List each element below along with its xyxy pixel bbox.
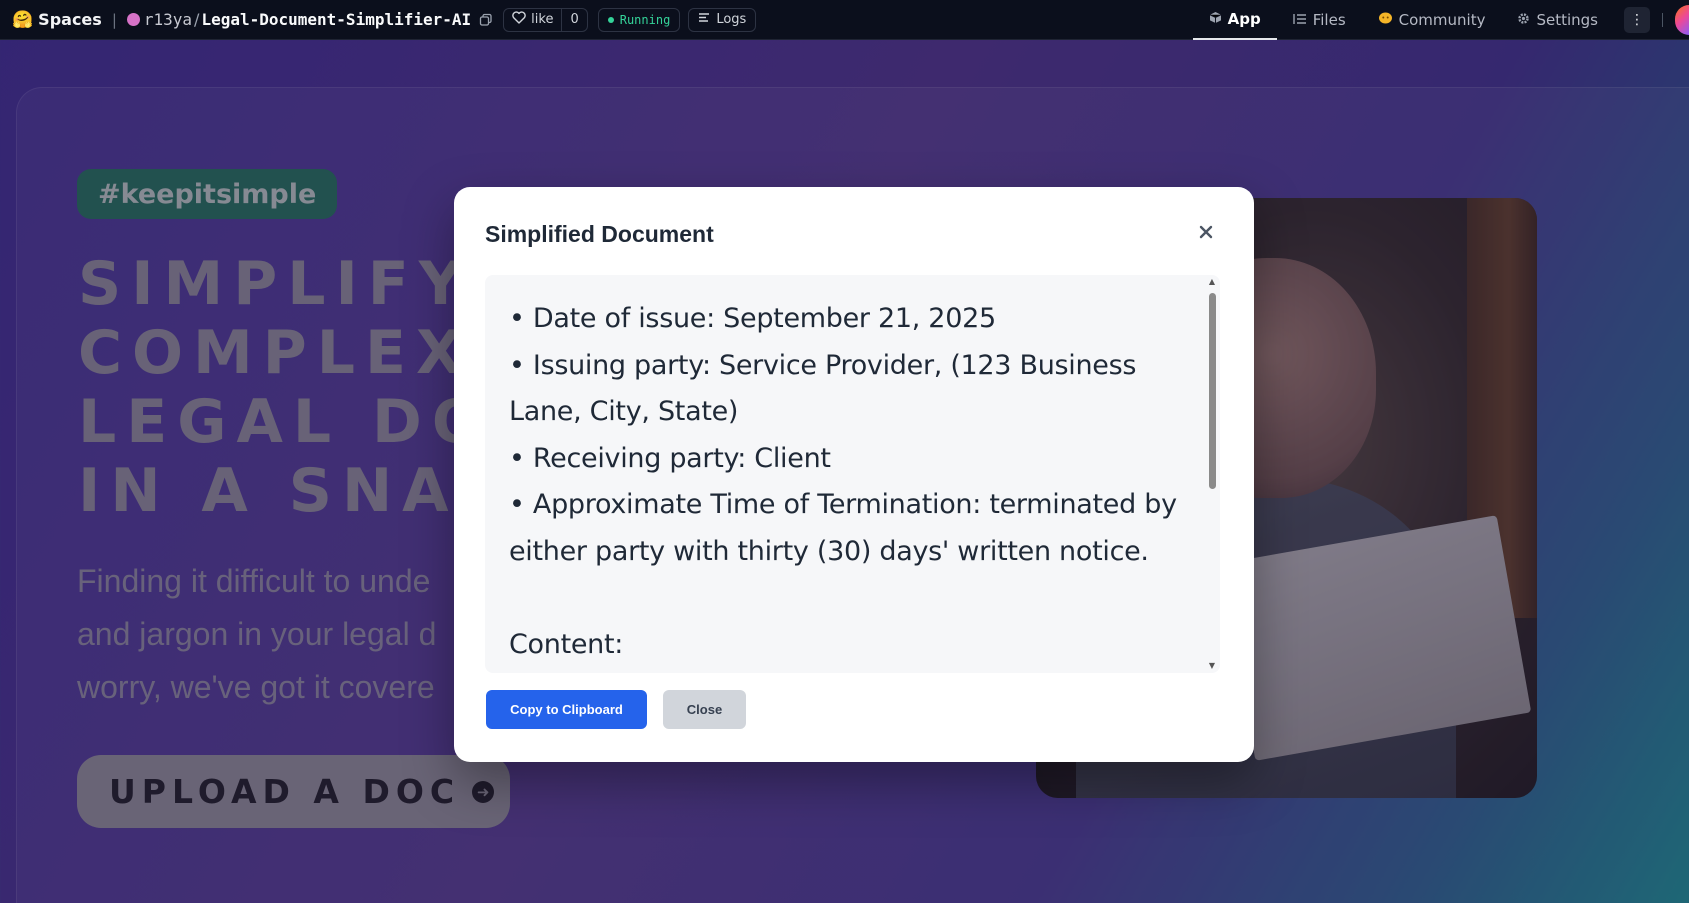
kebab-menu-icon: ⋮: [1630, 12, 1644, 28]
scrollbar[interactable]: ▲ ▼: [1204, 275, 1220, 673]
divider: |: [111, 10, 117, 29]
tab-community[interactable]: Community: [1362, 0, 1502, 40]
repo-name-link[interactable]: Legal-Document-Simplifier-AI: [201, 10, 471, 29]
copy-icon[interactable]: [479, 13, 493, 27]
cube-icon: [1209, 10, 1222, 28]
user-avatar[interactable]: [1675, 5, 1689, 35]
owner-avatar[interactable]: [126, 13, 140, 26]
text-line: Lane, City, State): [509, 396, 739, 427]
tab-settings[interactable]: Settings: [1501, 0, 1614, 40]
text-line: Content:: [509, 628, 624, 660]
scrollbar-thumb[interactable]: [1209, 293, 1216, 489]
scroll-down-arrow-icon[interactable]: ▼: [1207, 661, 1217, 671]
like-button[interactable]: like: [504, 8, 563, 31]
status-dot-icon: [607, 16, 614, 23]
tab-files-label: Files: [1312, 11, 1346, 29]
text-line: • Issuing party: Service Provider, (123 …: [509, 349, 1137, 381]
tab-settings-label: Settings: [1536, 11, 1598, 29]
logs-label: Logs: [716, 12, 747, 27]
top-bar: 🤗 Spaces | r13ya / Legal-Document-Simpli…: [0, 0, 1689, 40]
divider: [1662, 13, 1663, 27]
tab-files[interactable]: Files: [1277, 0, 1362, 40]
close-button[interactable]: Close: [663, 690, 746, 729]
simplified-text: • Date of issue: September 21, 2025 • Is…: [509, 296, 1189, 668]
gear-icon: [1517, 11, 1530, 29]
text-line: either party with thirty (30) days' writ…: [509, 535, 1149, 567]
text-line: • Date of issue: September 21, 2025: [509, 303, 996, 334]
top-bar-right: App Files Community Settings ⋮: [1192, 0, 1689, 40]
close-icon[interactable]: [1194, 220, 1218, 244]
tab-app[interactable]: App: [1192, 0, 1277, 40]
logs-button[interactable]: Logs: [688, 7, 757, 32]
like-button-group: like 0: [503, 7, 588, 32]
modal-title: Simplified Document: [485, 221, 714, 247]
files-icon: [1293, 11, 1307, 29]
hugging-face-logo-icon[interactable]: 🤗: [12, 10, 33, 30]
tab-app-label: App: [1227, 10, 1261, 28]
heart-icon: [512, 11, 526, 28]
like-count[interactable]: 0: [562, 12, 586, 27]
top-bar-left: 🤗 Spaces | r13ya / Legal-Document-Simpli…: [0, 0, 757, 39]
community-icon: [1378, 11, 1393, 29]
like-label: like: [531, 12, 554, 27]
status-label: Running: [619, 12, 671, 27]
logs-icon: [698, 12, 710, 27]
copy-to-clipboard-button[interactable]: Copy to Clipboard: [486, 690, 647, 729]
text-line: • Approximate Time of Termination: termi…: [509, 489, 1177, 520]
owner-link[interactable]: r13ya: [144, 10, 192, 29]
text-line: • Receiving party: Client: [509, 442, 831, 474]
simplified-document-modal: Simplified Document • Date of issue: Sep…: [454, 187, 1254, 762]
tab-community-label: Community: [1398, 11, 1486, 29]
spaces-link[interactable]: Spaces: [38, 10, 102, 29]
simplified-text-area[interactable]: • Date of issue: September 21, 2025 • Is…: [485, 275, 1220, 673]
scroll-up-arrow-icon[interactable]: ▲: [1207, 277, 1217, 287]
path-separator: /: [194, 10, 200, 29]
more-options-button[interactable]: ⋮: [1624, 7, 1650, 33]
status-badge[interactable]: Running: [597, 7, 681, 32]
